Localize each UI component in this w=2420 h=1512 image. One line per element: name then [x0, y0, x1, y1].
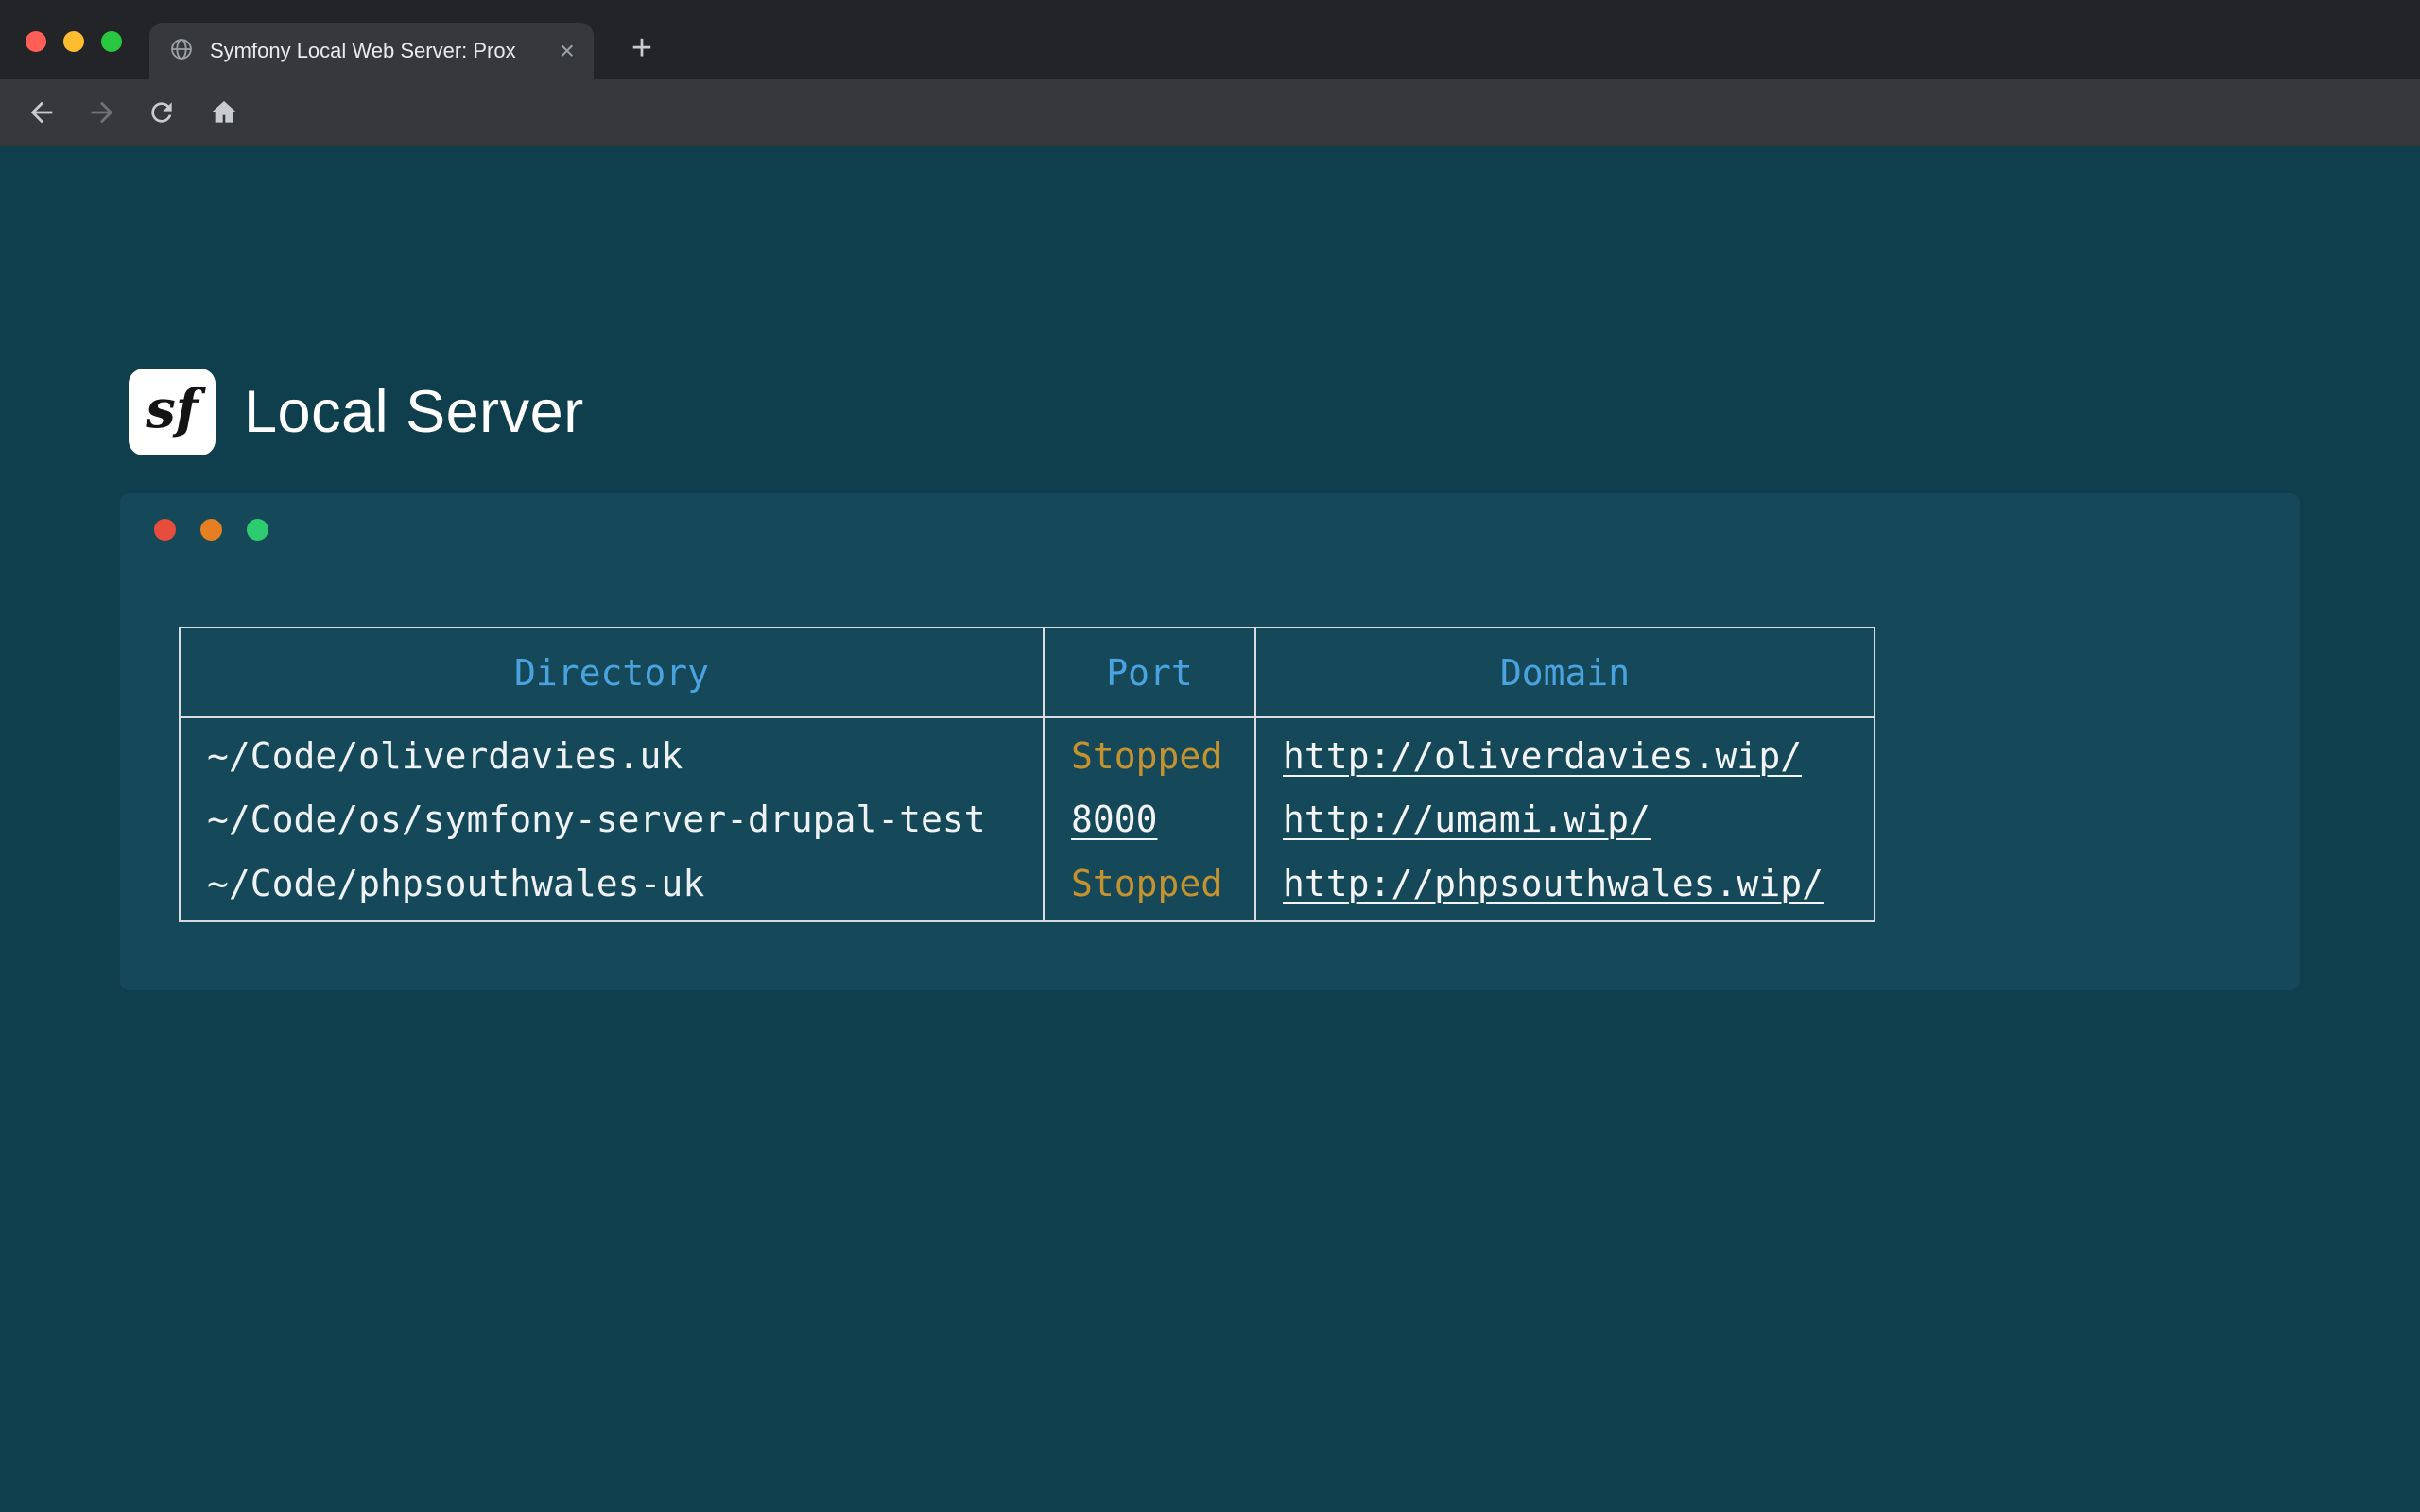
table-header-row: Directory Port Domain [180, 627, 1875, 717]
directory-cell: ~/Code/phpsouthwales-uk [180, 853, 1044, 921]
panel-green-dot-icon [247, 519, 268, 541]
new-tab-button[interactable]: + [621, 27, 663, 69]
back-button[interactable] [23, 94, 60, 131]
browser-tab[interactable]: Symfony Local Web Server: Prox × [149, 23, 594, 79]
tab-strip: Symfony Local Web Server: Prox × + [0, 0, 2420, 79]
tab-close-icon[interactable]: × [560, 38, 575, 64]
forward-button[interactable] [83, 94, 121, 131]
domain-link[interactable]: http://umami.wip/ [1283, 799, 1651, 840]
panel-orange-dot-icon [200, 519, 222, 541]
reload-button[interactable] [143, 94, 181, 131]
tab-title: Symfony Local Web Server: Prox [210, 39, 531, 63]
directory-cell: ~/Code/os/symfony-server-drupal-test [180, 785, 1044, 853]
panel-window-dots [154, 519, 268, 541]
close-window-button[interactable] [26, 31, 46, 52]
panel-red-dot-icon [154, 519, 176, 541]
port-status: Stopped [1071, 863, 1222, 904]
servers-table: Directory Port Domain ~/Code/oliverdavie… [179, 627, 1876, 922]
page-title: Local Server [244, 378, 584, 446]
sf-logo-glyph: sf [146, 378, 199, 440]
table-row: ~/Code/os/symfony-server-drupal-test 800… [180, 785, 1875, 853]
column-header-directory: Directory [180, 627, 1044, 717]
column-header-domain: Domain [1255, 627, 1875, 717]
domain-link[interactable]: http://oliverdavies.wip/ [1283, 735, 1802, 777]
port-status: Stopped [1071, 735, 1222, 777]
zoom-window-button[interactable] [101, 31, 122, 52]
directory-cell: ~/Code/oliverdavies.uk [180, 717, 1044, 785]
browser-toolbar: localhost:7080 ⋯ ⚙ ⚙ U ○ [0, 79, 2420, 146]
server-panel: Directory Port Domain ~/Code/oliverdavie… [120, 493, 2300, 990]
table-row: ~/Code/phpsouthwales-uk Stopped http://p… [180, 853, 1875, 921]
page-content: sf Local Server Directory Port Domain [0, 146, 2420, 1512]
column-header-port: Port [1044, 627, 1255, 717]
home-button[interactable] [205, 94, 243, 131]
symfony-logo: sf [129, 369, 216, 455]
table-row: ~/Code/oliverdavies.uk Stopped http://ol… [180, 717, 1875, 785]
tab-favicon-globe-icon [168, 36, 195, 67]
minimize-window-button[interactable] [63, 31, 84, 52]
brand-header: sf Local Server [129, 369, 584, 455]
browser-window: Symfony Local Web Server: Prox × + local… [0, 0, 2420, 1512]
window-controls [26, 31, 122, 52]
port-link[interactable]: 8000 [1071, 799, 1158, 840]
domain-link[interactable]: http://phpsouthwales.wip/ [1283, 863, 1824, 904]
